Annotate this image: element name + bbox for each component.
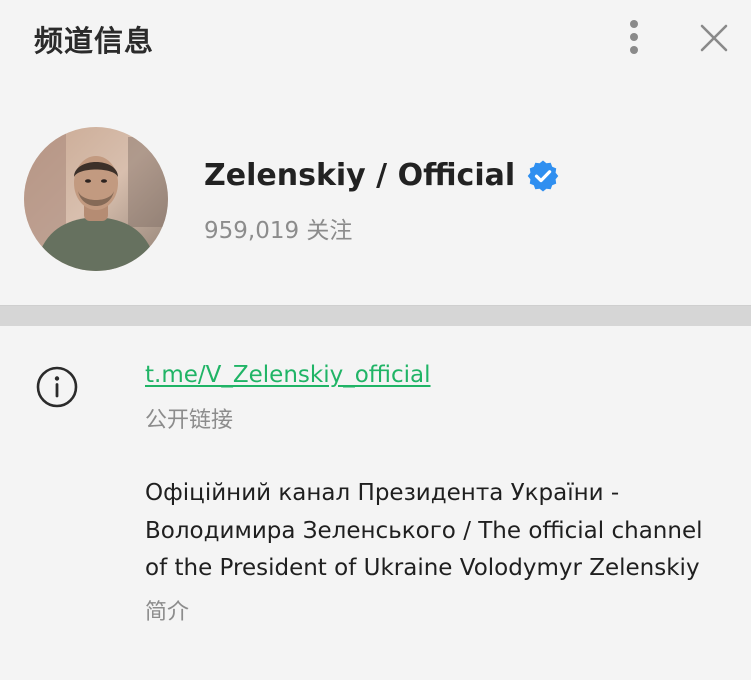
more-vertical-icon xyxy=(630,20,638,54)
close-icon xyxy=(700,24,728,52)
about-text: Офіційний канал Президента України - Вол… xyxy=(145,480,703,581)
public-link[interactable]: t.me/V_Zelenskiy_official xyxy=(145,362,431,388)
close-button[interactable] xyxy=(694,18,734,58)
channel-name: Zelenskiy / Official xyxy=(204,158,516,193)
panel-header: 频道信息 xyxy=(0,0,751,78)
channel-profile: Zelenskiy / Official 959,019 关注 xyxy=(0,100,751,300)
subscriber-count: 959,019 关注 xyxy=(204,218,353,244)
public-link-caption: 公开链接 xyxy=(145,408,234,433)
more-options-button[interactable] xyxy=(614,14,654,62)
about-caption: 简介 xyxy=(145,599,190,625)
info-icon xyxy=(34,364,80,410)
verified-badge-icon xyxy=(527,160,559,192)
public-link-section: t.me/V_Zelenskiy_official 公开链接 xyxy=(145,362,431,434)
panel-title: 频道信息 xyxy=(34,24,155,58)
channel-name-row: Zelenskiy / Official xyxy=(204,158,559,193)
section-divider xyxy=(0,305,751,326)
avatar[interactable] xyxy=(24,127,168,271)
about-section: Офіційний канал Президента України - Вол… xyxy=(145,475,725,626)
channel-info-panel: 频道信息 Zelenskiy / Official 959,019 关注 t.m… xyxy=(0,0,751,680)
